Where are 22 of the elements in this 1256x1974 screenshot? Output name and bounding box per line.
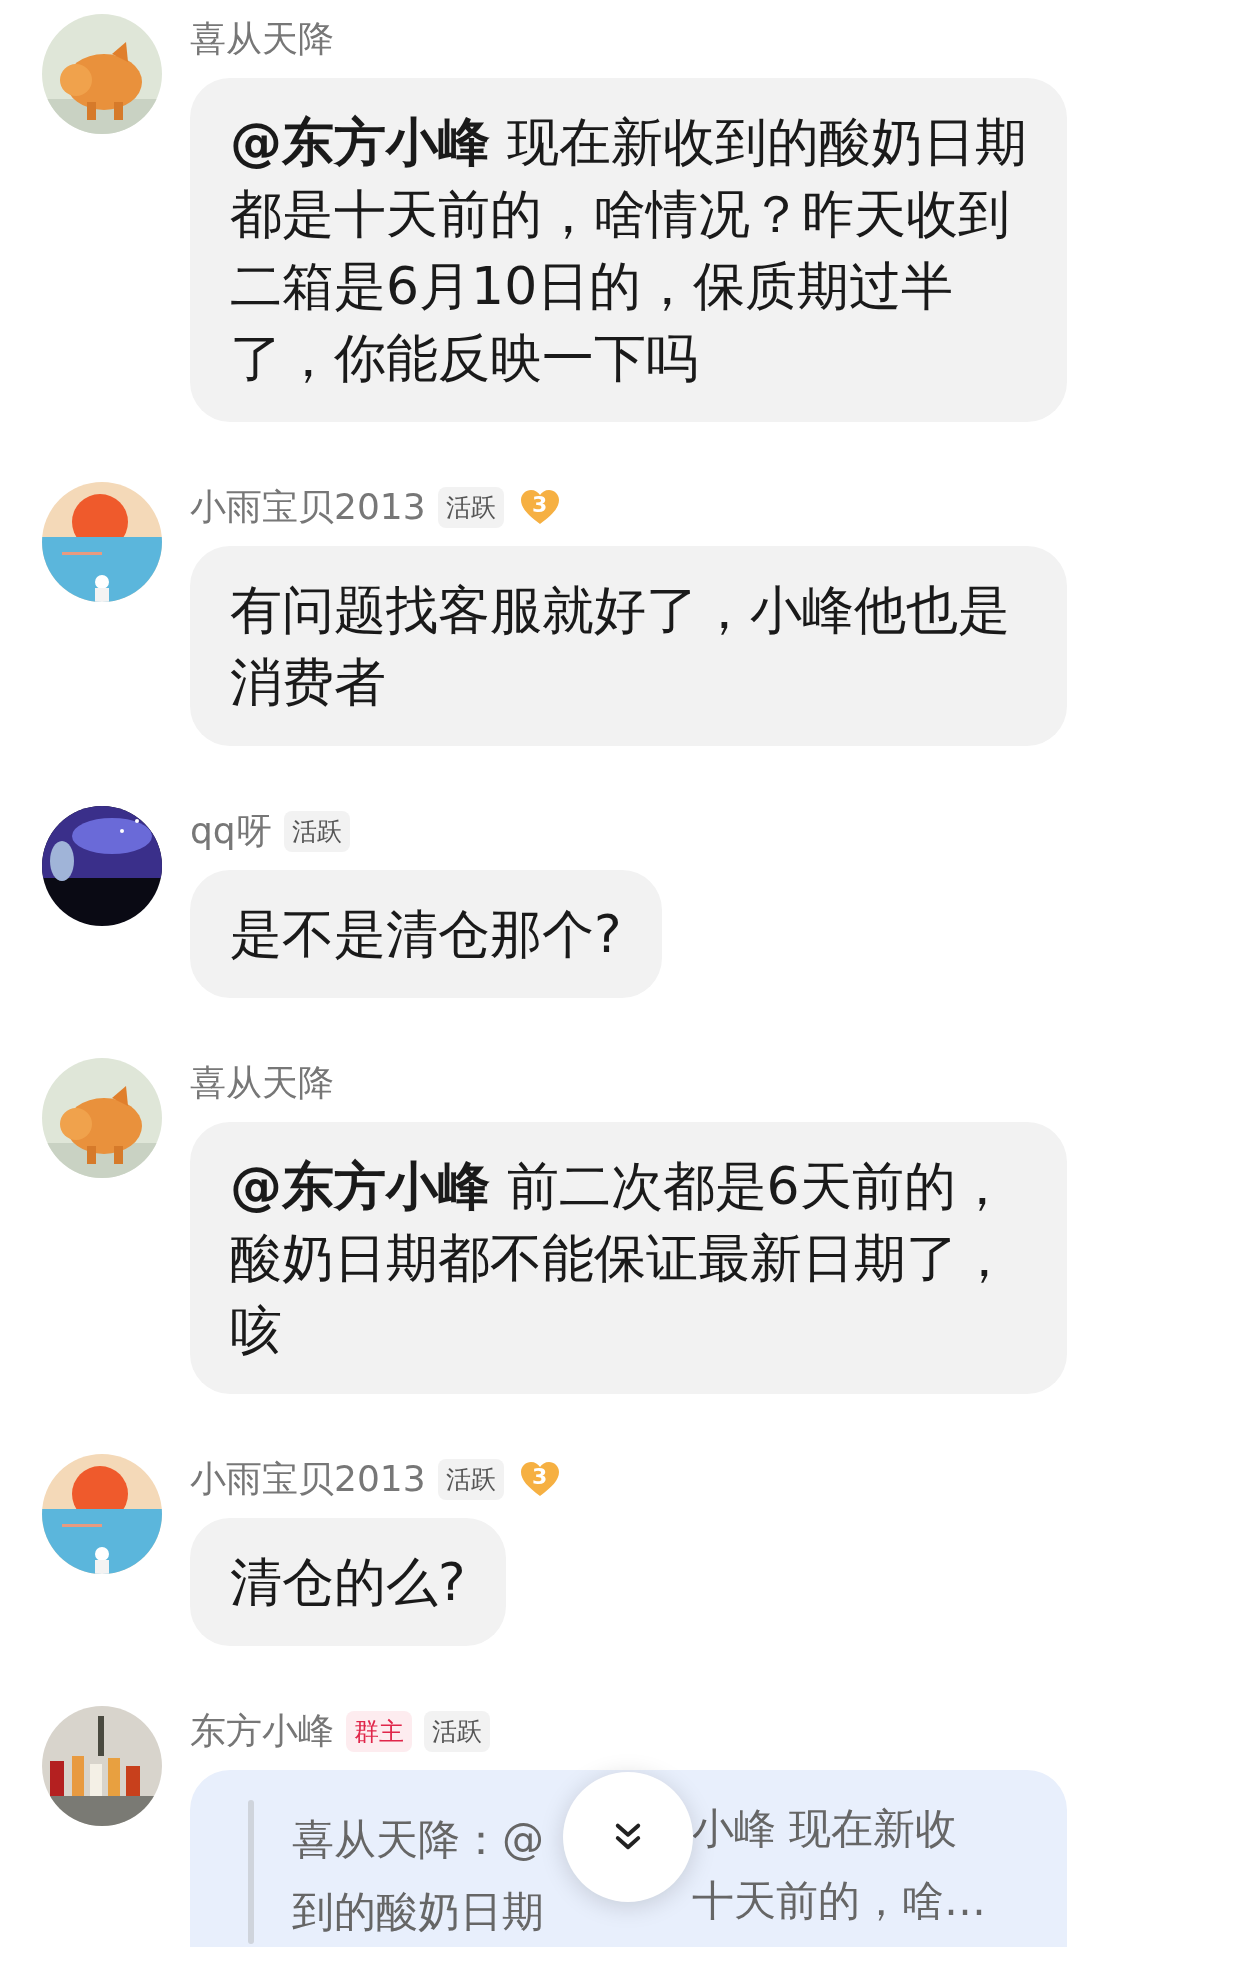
level-badge: 3: [519, 489, 560, 525]
quoted-text: 到的酸奶日期: [292, 1887, 544, 1936]
message-bubble: @东方小峰 前二次都是6天前的，酸奶日期都不能保证最新日期了，咳: [190, 1122, 1067, 1394]
sender-name: 小雨宝贝2013: [190, 484, 426, 529]
activity-badge: 活跃: [437, 1458, 504, 1500]
activity-badge: 活跃: [437, 486, 504, 528]
quoted-text: 喜从天降：@: [292, 1815, 544, 1864]
message-bubble: 有问题找客服就好了，小峰他也是消费者: [190, 546, 1067, 746]
sender-name: 喜从天降: [190, 16, 334, 61]
message-bubble: 清仓的么?: [190, 1518, 506, 1646]
quoted-text: 十天前的，啥…: [692, 1875, 986, 1927]
message-bubble: @东方小峰 现在新收到的酸奶日期都是十天前的，啥情况？昨天收到二箱是6月10日的，保质期过半了，你能反映一下吗: [190, 78, 1067, 422]
sender-name: 喜从天降: [190, 1060, 334, 1105]
owner-badge: 群主: [346, 1710, 412, 1752]
activity-badge: 活跃: [424, 1710, 490, 1752]
sender-name: 小雨宝贝2013: [190, 1456, 426, 1501]
sender-name: qq呀: [190, 808, 272, 853]
sender-name: 东方小峰: [190, 1708, 334, 1753]
quoted-text: 小峰 现在新收: [692, 1803, 958, 1855]
activity-badge: 活跃: [283, 810, 350, 852]
message-bubble: 是不是清仓那个?: [190, 870, 662, 998]
level-badge: 3: [519, 1461, 560, 1497]
